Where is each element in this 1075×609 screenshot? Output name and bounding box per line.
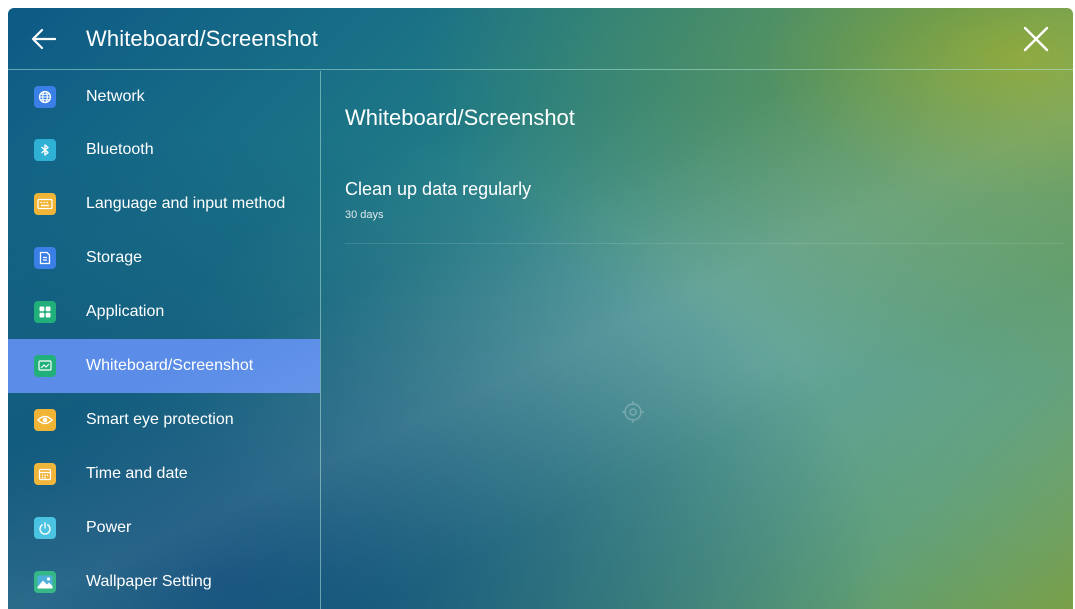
sidebar-item-time-date[interactable]: Time and date bbox=[8, 447, 320, 501]
image-icon bbox=[34, 571, 56, 593]
bluetooth-icon bbox=[34, 139, 56, 161]
sidebar-item-label: Application bbox=[86, 303, 165, 320]
content-panel: Whiteboard/Screenshot Clean up data regu… bbox=[322, 71, 1073, 609]
keyboard-icon bbox=[34, 193, 56, 215]
grid-icon bbox=[34, 301, 56, 323]
sidebar-item-application[interactable]: Application bbox=[8, 285, 320, 339]
close-icon bbox=[1023, 26, 1049, 52]
sidebar-item-label: Wallpaper Setting bbox=[86, 573, 212, 590]
back-button[interactable] bbox=[20, 15, 68, 63]
whiteboard-icon bbox=[34, 355, 56, 377]
sidebar-item-wallpaper[interactable]: Wallpaper Setting bbox=[8, 555, 320, 609]
cursor-icon bbox=[622, 401, 644, 423]
power-icon bbox=[34, 517, 56, 539]
sidebar-item-label: Whiteboard/Screenshot bbox=[86, 357, 254, 374]
sidebar-item-power[interactable]: Power bbox=[8, 501, 320, 555]
calendar-icon bbox=[34, 463, 56, 485]
sidebar-item-label: Bluetooth bbox=[86, 141, 154, 158]
sidebar-item-language[interactable]: Language and input method bbox=[8, 177, 320, 231]
title-bar: Whiteboard/Screenshot bbox=[8, 8, 1073, 70]
eye-icon bbox=[34, 409, 56, 431]
settings-window: Whiteboard/Screenshot Network Bluetooth … bbox=[8, 8, 1073, 609]
setting-clean-up-data[interactable]: Clean up data regularly 30 days bbox=[345, 163, 1063, 244]
section-title: Whiteboard/Screenshot bbox=[345, 105, 575, 130]
sidebar-item-network[interactable]: Network bbox=[8, 71, 320, 123]
page-title: Whiteboard/Screenshot bbox=[86, 25, 319, 51]
sidebar-item-bluetooth[interactable]: Bluetooth bbox=[8, 123, 320, 177]
globe-icon bbox=[34, 86, 56, 108]
setting-title: Clean up data regularly bbox=[345, 179, 532, 199]
setting-value: 30 days bbox=[345, 209, 384, 221]
storage-icon bbox=[34, 247, 56, 269]
sidebar: Network Bluetooth Language and input met… bbox=[8, 71, 321, 609]
sidebar-item-label: Language and input method bbox=[86, 195, 286, 212]
sidebar-item-label: Network bbox=[86, 88, 145, 105]
sidebar-item-whiteboard-screenshot[interactable]: Whiteboard/Screenshot bbox=[8, 339, 320, 393]
sidebar-item-label: Power bbox=[86, 519, 132, 536]
sidebar-item-label: Storage bbox=[86, 249, 143, 266]
sidebar-item-label: Smart eye protection bbox=[86, 411, 234, 428]
sidebar-item-storage[interactable]: Storage bbox=[8, 231, 320, 285]
sidebar-item-label: Time and date bbox=[86, 465, 188, 482]
close-button[interactable] bbox=[1013, 16, 1059, 62]
sidebar-item-eye-protection[interactable]: Smart eye protection bbox=[8, 393, 320, 447]
arrow-left-icon bbox=[31, 28, 57, 49]
